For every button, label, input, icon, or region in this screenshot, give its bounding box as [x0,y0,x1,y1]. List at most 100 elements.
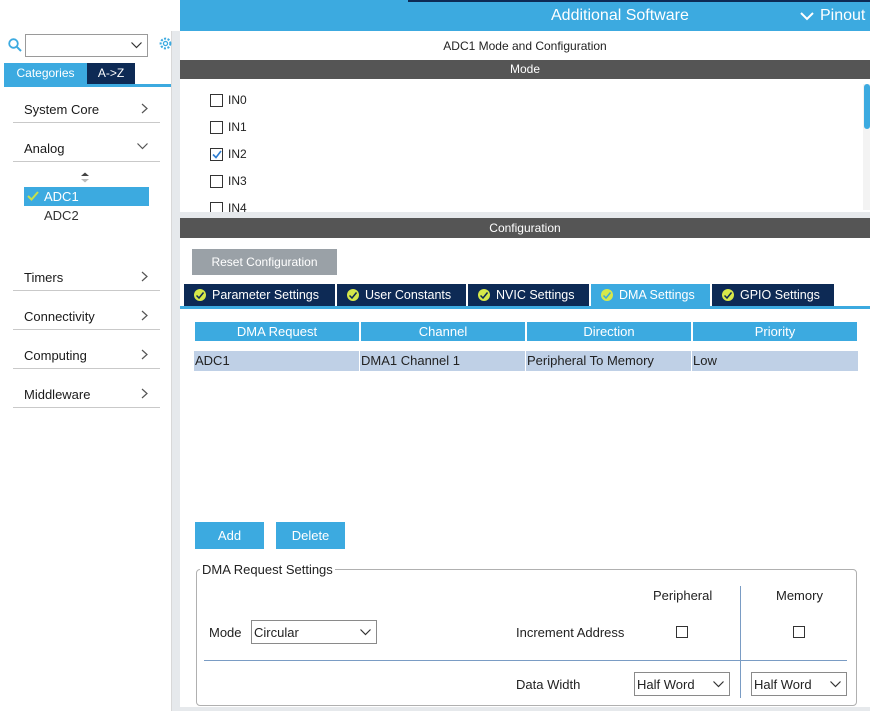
tab-dma-settings[interactable]: DMA Settings [591,284,710,306]
tab-label: DMA Settings [619,288,695,302]
tab-label: User Constants [365,288,452,302]
mode-item-label: IN1 [228,120,247,134]
mode-item-in4[interactable]: IN4 [210,201,247,212]
category-system-core[interactable]: System Core [13,93,160,123]
column-header-priority[interactable]: Priority [693,322,857,341]
pane-splitter[interactable] [172,31,180,711]
tab-nvic-settings[interactable]: NVIC Settings [468,284,589,306]
configuration-header: Configuration [180,218,870,238]
mode-item-label: IN0 [228,93,247,107]
cell-channel: DMA1 Channel 1 [361,353,460,368]
memory-data-width-select[interactable]: Half Word [751,672,847,696]
additional-software-menu[interactable]: Additional Software [551,7,689,25]
category-label: Computing [24,348,87,363]
category-connectivity[interactable]: Connectivity [13,300,160,330]
data-width-label: Data Width [516,677,581,692]
cell-dma-request: ADC1 [195,353,230,368]
mode-select-value: Circular [254,625,299,640]
mode-item-label: IN3 [228,174,247,188]
mode-item-in1[interactable]: IN1 [210,120,247,134]
chevron-down-icon [800,11,814,20]
mode-item-in3[interactable]: IN3 [210,174,247,188]
mode-item-in0[interactable]: IN0 [210,93,247,107]
tab-label: GPIO Settings [740,288,820,302]
mode-item-label: IN2 [228,147,247,161]
mode-scrollbar-thumb[interactable] [864,84,870,129]
category-label: System Core [24,102,100,117]
peripheral-header: Peripheral [653,588,713,603]
pinout-label: Pinout [820,7,866,24]
checkbox-in4[interactable] [210,201,223,212]
tab-label: Parameter Settings [212,288,319,302]
category-label: Connectivity [24,309,95,324]
cell-divider [359,351,360,371]
mode-select[interactable]: Circular [251,620,377,644]
cell-priority: Low [693,353,717,368]
chevron-down-icon [360,629,371,636]
check-circle-icon [194,289,206,301]
chevron-right-icon [141,310,148,321]
tab-a-z[interactable]: A->Z [87,63,135,84]
cell-direction: Peripheral To Memory [527,353,654,368]
chevron-right-icon [141,103,148,114]
category-computing[interactable]: Computing [13,339,160,369]
checkbox-in0[interactable] [210,93,223,107]
chevron-right-icon [141,349,148,360]
increment-address-label: Increment Address [516,625,625,640]
category-label: Timers [24,270,64,285]
chevron-right-icon [141,271,148,282]
gear-icon[interactable] [158,36,173,54]
delete-button[interactable]: Delete [276,522,345,549]
reset-configuration-button[interactable]: Reset Configuration [192,249,337,275]
chevron-down-icon[interactable] [131,42,142,49]
check-icon [27,191,39,201]
check-icon [212,150,222,159]
cell-divider [691,351,692,371]
table-row[interactable] [194,351,858,371]
tab-categories[interactable]: Categories [4,63,87,84]
top-bar-background [180,0,870,31]
checkbox-in2[interactable] [210,147,223,161]
analog-item-label: ADC1 [44,189,79,204]
category-middleware[interactable]: Middleware [13,378,160,408]
mode-item-in2[interactable]: IN2 [210,147,247,161]
tab-label: NVIC Settings [496,288,575,302]
category-timers[interactable]: Timers [13,261,160,291]
check-circle-icon [347,289,359,301]
tab-underline [4,84,171,87]
mode-panel: IN0 IN1 IN2 IN3 IN4 [180,79,870,212]
pinout-menu[interactable]: Pinout [800,7,865,25]
search-icon[interactable] [8,38,22,55]
tab-parameter-settings[interactable]: Parameter Settings [184,284,335,306]
analog-item-adc1[interactable]: ADC1 [24,187,149,206]
memory-data-width-value: Half Word [754,677,812,692]
add-button[interactable]: Add [195,522,264,549]
column-header-direction[interactable]: Direction [527,322,691,341]
category-analog[interactable]: Analog [13,132,160,162]
search-input[interactable] [25,34,148,57]
chevron-down-icon [830,681,841,688]
column-header-channel[interactable]: Channel [361,322,525,341]
column-divider [740,586,741,698]
bottom-edge [180,707,870,711]
increment-memory-checkbox[interactable] [793,626,805,638]
tab-gpio-settings[interactable]: GPIO Settings [712,284,834,306]
mode-item-label: IN4 [228,201,247,212]
sort-arrows-icon[interactable] [80,171,90,186]
checkbox-in1[interactable] [210,120,223,134]
tab-underline [180,306,870,309]
peripheral-data-width-select[interactable]: Half Word [634,672,730,696]
tab-user-constants[interactable]: User Constants [337,284,466,306]
analog-item-adc2[interactable]: ADC2 [44,208,79,223]
mode-label: Mode [209,625,242,640]
group-title: DMA Request Settings [200,562,335,577]
category-label: Analog [24,141,65,156]
checkbox-in3[interactable] [210,174,223,188]
mode-header: Mode [180,60,870,79]
chevron-down-icon [137,143,148,150]
configuration-tabs: Parameter Settings User Constants NVIC S… [184,284,836,306]
increment-peripheral-checkbox[interactable] [676,626,688,638]
column-header-dma-request[interactable]: DMA Request [195,322,359,341]
check-circle-icon [722,289,734,301]
chevron-down-icon [713,681,724,688]
